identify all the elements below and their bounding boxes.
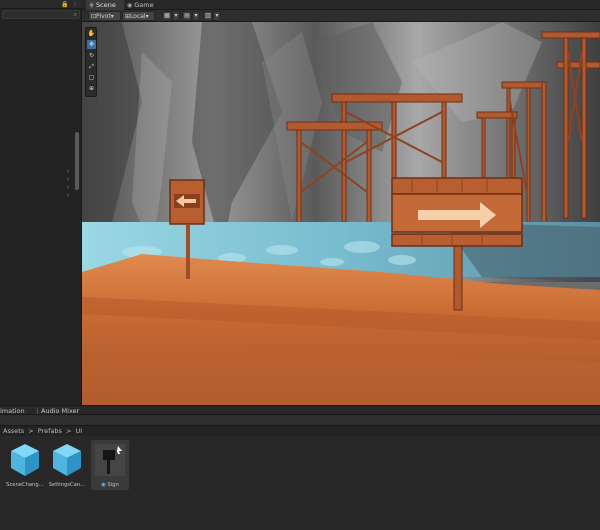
scene-tools-overlay: ✋ ✥ ↻ ⤢ ▢ ⊕ — [85, 27, 97, 97]
scene-toolbar: ⊡Pivot▾ ⊞Local▾ ▦ ▾ ▤ ▾ ▥ ▾ — [82, 10, 600, 22]
more-options-icon[interactable]: ⋮ — [72, 1, 78, 8]
unity-editor-window: 🔒 ⋮ ⌕ › › › › ⋕ Scene ◉ Game ⊡Pivot▾ ⊞Loca… — [0, 0, 600, 530]
asset-item[interactable]: SettingsCan… — [48, 440, 86, 490]
hand-tool-icon[interactable]: ✋ — [87, 29, 96, 38]
project-assets-grid: SceneChang… SettingsCan… ◉ Sign — [0, 436, 600, 530]
hierarchy-header: 🔒 ⋮ — [0, 0, 82, 9]
asset-label-text: Sign — [107, 482, 119, 488]
tab-game-label: Game — [134, 1, 154, 9]
chevron-down-icon: ▾ — [110, 13, 114, 20]
chevron-right-icon[interactable]: › — [67, 176, 69, 183]
asset-label: ◉ Sign — [91, 482, 129, 488]
chevron-down-icon: ▾ — [145, 13, 149, 20]
chevron-down-icon[interactable]: ▾ — [213, 11, 221, 21]
hierarchy-scrollbar[interactable] — [75, 132, 79, 190]
audio-mixer-icon: ⋮ — [34, 407, 41, 415]
project-toolbar — [0, 415, 600, 426]
chevron-right-icon[interactable]: › — [67, 184, 69, 191]
snap-increment-icon[interactable]: ▤ — [182, 11, 192, 21]
scene-tab-bar: ⋕ Scene ◉ Game — [82, 0, 600, 10]
local-label: Local — [130, 13, 146, 20]
sign-prefab-icon — [95, 444, 125, 476]
breadcrumb-separator: > — [28, 427, 34, 435]
grid-visibility-icon[interactable]: ▥ — [203, 11, 213, 21]
breadcrumb-separator: > — [65, 427, 72, 435]
asset-label: SettingsCan… — [48, 482, 86, 488]
scene-viewport[interactable]: ✋ ✥ ↻ ⤢ ▢ ⊕ — [82, 22, 600, 405]
rotate-tool-icon[interactable]: ↻ — [87, 51, 96, 60]
bottom-tab-bar: imation ⋮ Audio Mixer — [0, 405, 600, 415]
rect-tool-icon[interactable]: ▢ — [87, 73, 96, 82]
scene-render — [82, 22, 600, 405]
tab-audio-mixer[interactable]: Audio Mixer — [41, 407, 79, 415]
prefab-cube-icon — [53, 444, 81, 476]
prefab-small-icon: ◉ — [101, 482, 106, 488]
move-tool-icon[interactable]: ✥ — [87, 40, 96, 49]
breadcrumb-prefabs[interactable]: Prefabs — [38, 427, 62, 435]
transform-tool-icon[interactable]: ⊕ — [87, 84, 96, 93]
chevron-right-icon[interactable]: › — [67, 192, 69, 199]
grid-snapping-icon[interactable]: ▦ — [162, 11, 172, 21]
lock-icon[interactable]: 🔒 — [61, 1, 68, 8]
scale-tool-icon[interactable]: ⤢ — [87, 62, 96, 71]
breadcrumb: Assets > Prefabs > UI — [3, 427, 84, 435]
tab-scene-label: Scene — [96, 1, 116, 9]
breadcrumb-assets[interactable]: Assets — [3, 427, 24, 435]
local-dropdown[interactable]: ⊞Local▾ — [122, 11, 155, 21]
asset-label: SceneChang… — [6, 482, 44, 488]
pivot-dropdown[interactable]: ⊡Pivot▾ — [88, 11, 121, 21]
scene-tab-icon: ⋕ — [89, 2, 95, 9]
asset-item-selected[interactable]: ◉ Sign — [91, 440, 129, 490]
tab-scene[interactable]: ⋕ Scene — [86, 0, 124, 10]
breadcrumb-ui[interactable]: UI — [76, 427, 83, 435]
tab-game[interactable]: ◉ Game — [124, 0, 162, 10]
prefab-cube-icon — [11, 444, 39, 476]
hierarchy-panel: 🔒 ⋮ ⌕ › › › › — [0, 0, 82, 405]
tab-animation[interactable]: imation — [0, 407, 25, 415]
asset-item[interactable]: SceneChang… — [6, 440, 44, 490]
pivot-label: Pivot — [96, 13, 111, 20]
hierarchy-search-field[interactable]: ⌕ — [2, 10, 80, 19]
game-tab-icon: ◉ — [127, 2, 133, 9]
chevron-down-icon[interactable]: ▾ — [172, 11, 180, 21]
search-icon: ⌕ — [73, 11, 77, 18]
chevron-right-icon[interactable]: › — [67, 168, 69, 175]
chevron-down-icon[interactable]: ▾ — [192, 11, 200, 21]
